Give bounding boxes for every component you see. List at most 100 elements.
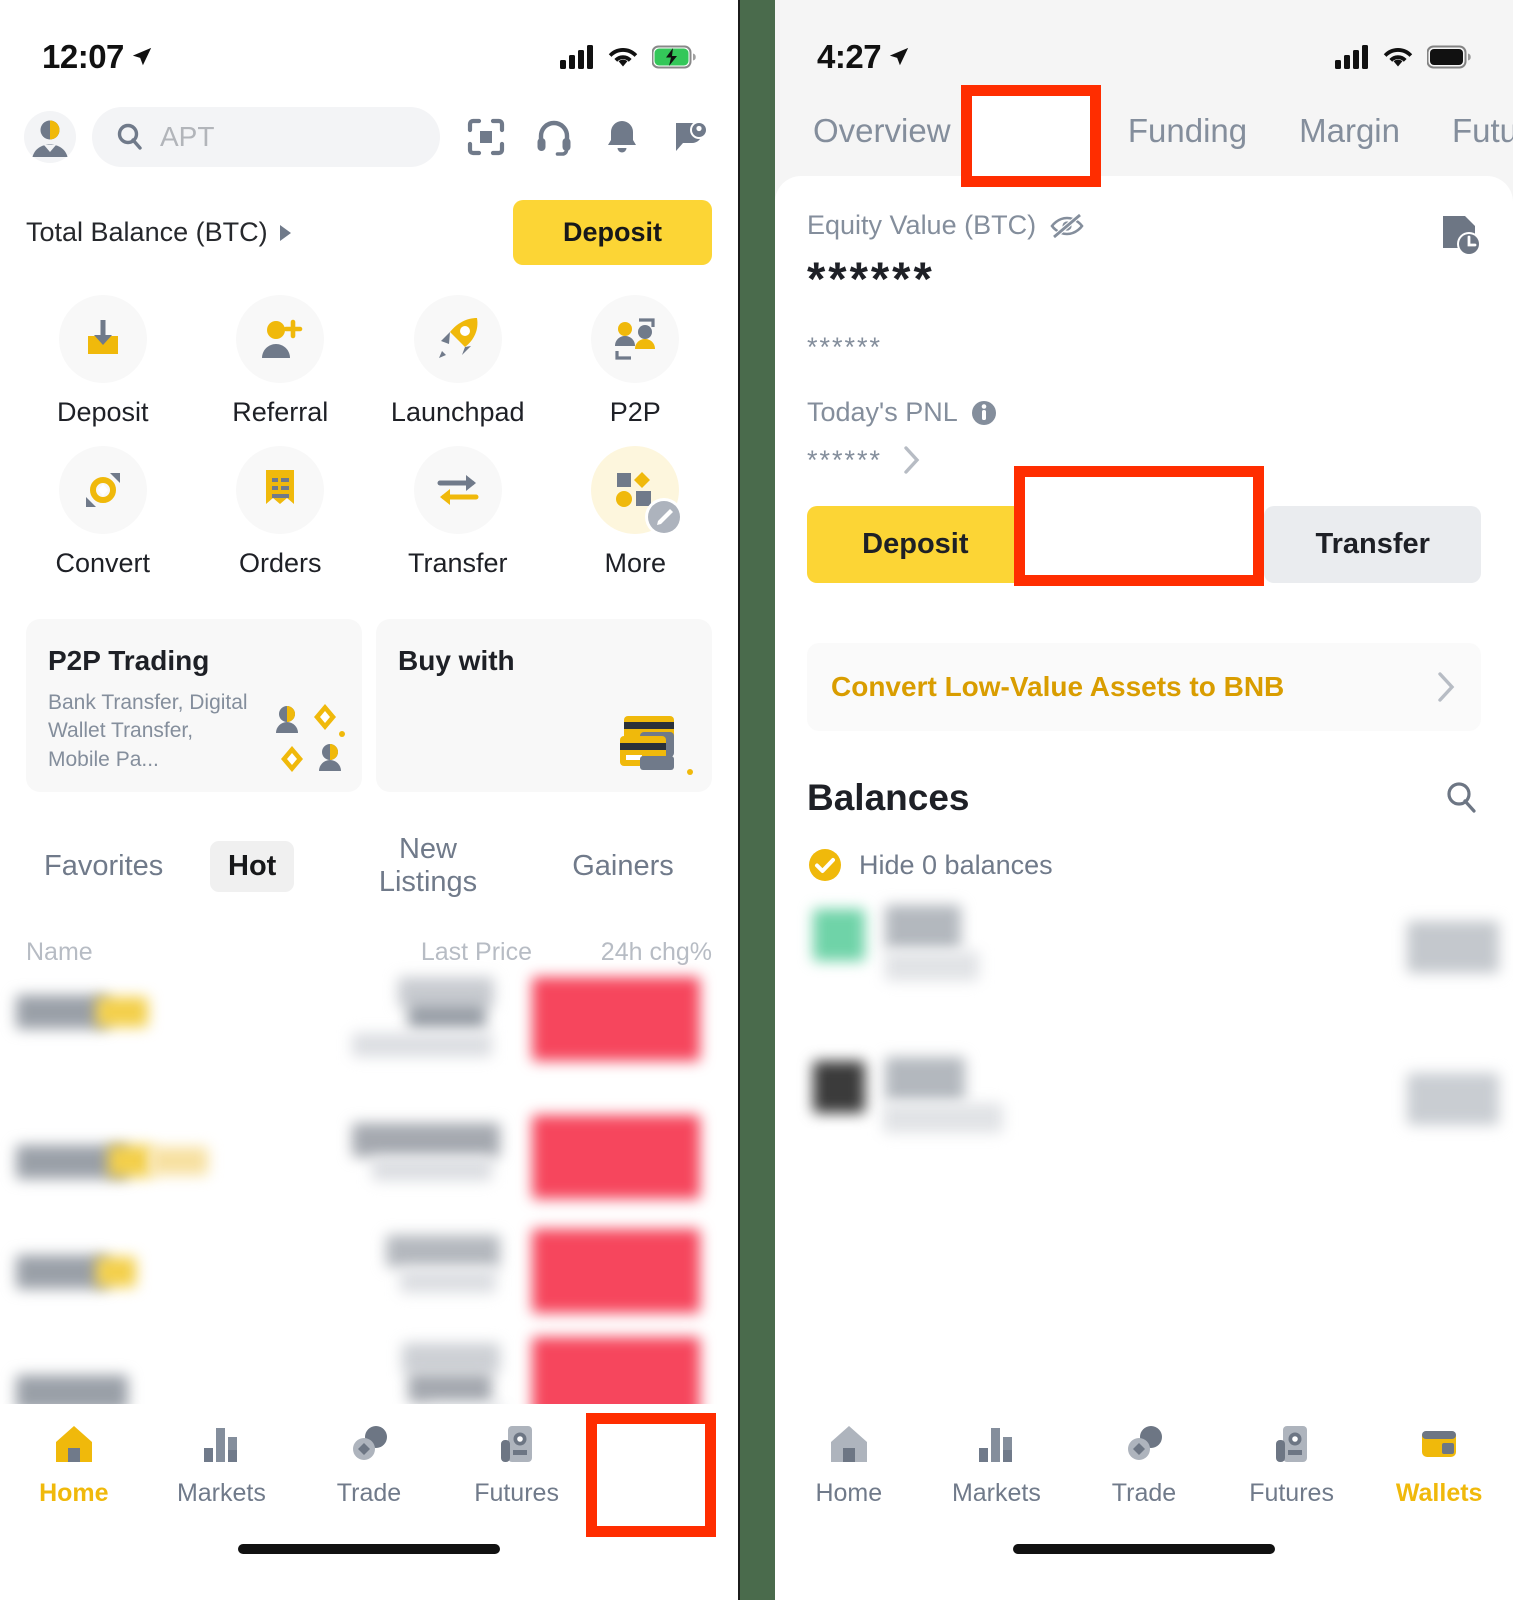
wallet-tabs: Overview Spot Funding Margin Futur xyxy=(775,92,1513,154)
nav-item-home[interactable]: Home xyxy=(775,1420,923,1508)
todays-pnl-value-row[interactable]: ****** xyxy=(807,444,1481,476)
todays-pnl-label: Today's PNL xyxy=(807,397,958,427)
eye-off-icon[interactable] xyxy=(1050,212,1084,239)
nav-item-trade[interactable]: Trade xyxy=(295,1420,443,1508)
column-header-name: Name xyxy=(26,938,93,967)
nav-item-futures[interactable]: Futures xyxy=(443,1420,591,1508)
nav-item-markets[interactable]: Markets xyxy=(923,1420,1071,1508)
quick-action-p2p[interactable]: P2P xyxy=(547,295,725,428)
withdraw-highlight-backdrop xyxy=(1025,477,1253,575)
quick-action-circle xyxy=(413,446,502,534)
quick-action-label: Referral xyxy=(232,397,329,427)
chat-pin-icon[interactable] xyxy=(670,117,710,157)
balances-rows-censored xyxy=(775,901,1513,1161)
quick-action-circle xyxy=(413,295,502,383)
status-time-text-left: 12:07 xyxy=(42,38,124,75)
right-bottom-nav: Home Markets Trade Futures Wallets xyxy=(775,1404,1513,1600)
nav-item-markets[interactable]: Markets xyxy=(148,1420,296,1508)
total-balance-label: Total Balance (BTC) xyxy=(26,217,268,247)
scan-qr-icon[interactable] xyxy=(466,117,506,157)
deposit-arrow-icon xyxy=(87,320,118,354)
edit-pencil-badge-icon xyxy=(645,498,684,536)
tab-margin[interactable]: Margin xyxy=(1283,108,1416,154)
nav-item-trade[interactable]: Trade xyxy=(1070,1420,1218,1508)
wifi-icon xyxy=(608,48,638,67)
promo-card-buy-with[interactable]: Buy with xyxy=(376,619,712,793)
hide-zero-balances-row[interactable]: Hide 0 balances xyxy=(775,819,1513,883)
quick-action-label: Orders xyxy=(238,548,322,578)
battery-charging-icon xyxy=(652,45,696,69)
transfer-arrows-icon xyxy=(437,475,479,505)
battery-icon xyxy=(1427,45,1471,69)
quick-action-convert[interactable]: Convert xyxy=(14,446,192,579)
todays-pnl-label-row: Today's PNL xyxy=(807,397,1481,428)
total-balance-row: Total Balance (BTC) Deposit xyxy=(0,172,738,265)
nav-item-futures[interactable]: Futures xyxy=(1218,1420,1366,1508)
quick-action-label: Transfer xyxy=(407,548,508,578)
cellular-signal-icon xyxy=(1335,45,1368,69)
quick-action-label: Convert xyxy=(55,548,151,578)
promo-card-p2p[interactable]: P2P Trading Bank Transfer, Digital Walle… xyxy=(26,619,362,793)
total-balance-label-group[interactable]: Total Balance (BTC) xyxy=(26,217,291,248)
wifi-icon xyxy=(1383,48,1413,67)
convert-low-value-banner[interactable]: Convert Low-Value Assets to BNB xyxy=(807,643,1481,731)
nav-label: Wallets xyxy=(1395,1479,1483,1507)
user-avatar[interactable] xyxy=(24,111,76,163)
nav-item-wallets[interactable]: Wallets xyxy=(1365,1420,1513,1508)
credit-cards-illustration-icon xyxy=(620,716,693,776)
home-indicator-bar xyxy=(1013,1544,1275,1554)
support-headset-icon[interactable] xyxy=(534,117,574,157)
market-tab-favorites[interactable]: Favorites xyxy=(26,841,176,892)
quick-action-deposit[interactable]: Deposit xyxy=(14,295,192,428)
referral-user-plus-icon xyxy=(262,319,303,358)
chevron-right-small-icon xyxy=(279,224,291,241)
quick-action-label: Launchpad xyxy=(390,397,525,427)
equity-value-label-row: Equity Value (BTC) xyxy=(807,210,1084,241)
header-icon-group xyxy=(466,117,710,157)
spot-tab-highlight-backdrop xyxy=(972,96,1090,176)
nav-label: Home xyxy=(815,1479,883,1507)
promo-title: Buy with xyxy=(398,645,515,676)
balances-title: Balances xyxy=(807,777,970,818)
tab-overview[interactable]: Overview xyxy=(797,108,967,154)
market-tab-new-listings[interactable]: New Listings xyxy=(328,824,528,908)
quick-actions-grid: Deposit Referral Launchpad P2P Convert O… xyxy=(0,265,738,579)
nav-label: Futures xyxy=(1249,1479,1334,1507)
trade-circles-icon xyxy=(352,1426,387,1460)
status-time-right: 4:27 xyxy=(817,38,910,76)
search-icon[interactable] xyxy=(1443,779,1481,817)
location-arrow-icon xyxy=(132,47,152,66)
balances-header-row: Balances xyxy=(775,731,1513,819)
quick-action-label: More xyxy=(604,548,666,578)
tab-futures[interactable]: Futur xyxy=(1436,108,1513,154)
transfer-button[interactable]: Transfer xyxy=(1264,506,1482,583)
nav-label: Trade xyxy=(1111,1479,1177,1507)
quick-action-referral[interactable]: Referral xyxy=(192,295,370,428)
promo-title: P2P Trading xyxy=(48,645,210,676)
market-tab-hot[interactable]: Hot xyxy=(210,840,294,892)
quick-action-orders[interactable]: Orders xyxy=(192,446,370,579)
quick-action-circle xyxy=(236,295,325,383)
quick-action-transfer[interactable]: Transfer xyxy=(369,446,547,579)
transaction-history-icon[interactable] xyxy=(1439,214,1481,260)
home-icon xyxy=(830,1426,867,1462)
checkbox-checked-icon[interactable] xyxy=(807,847,843,883)
quick-action-launchpad[interactable]: Launchpad xyxy=(369,295,547,428)
left-status-bar: 12:07 xyxy=(0,0,738,92)
search-input[interactable]: APT xyxy=(92,107,440,167)
futures-doc-icon xyxy=(1275,1426,1307,1462)
info-icon[interactable] xyxy=(970,399,998,427)
market-tab-gainers[interactable]: Gainers xyxy=(548,841,698,892)
cellular-signal-icon xyxy=(560,45,593,69)
markets-bars-icon xyxy=(204,1428,238,1462)
deposit-button-top[interactable]: Deposit xyxy=(512,200,712,265)
nav-label: Markets xyxy=(176,1479,266,1507)
nav-item-home[interactable]: Home xyxy=(0,1420,148,1508)
quick-action-more[interactable]: More xyxy=(547,446,725,579)
tab-funding[interactable]: Funding xyxy=(1112,108,1263,154)
market-list-header: Name Last Price 24h chg% xyxy=(0,908,738,967)
deposit-button[interactable]: Deposit xyxy=(807,506,1024,583)
notification-bell-icon[interactable] xyxy=(602,117,642,157)
equity-value-secondary: ****** xyxy=(807,332,883,362)
promo-subtitle: Bank Transfer, Digital Wallet Transfer, … xyxy=(48,691,248,771)
